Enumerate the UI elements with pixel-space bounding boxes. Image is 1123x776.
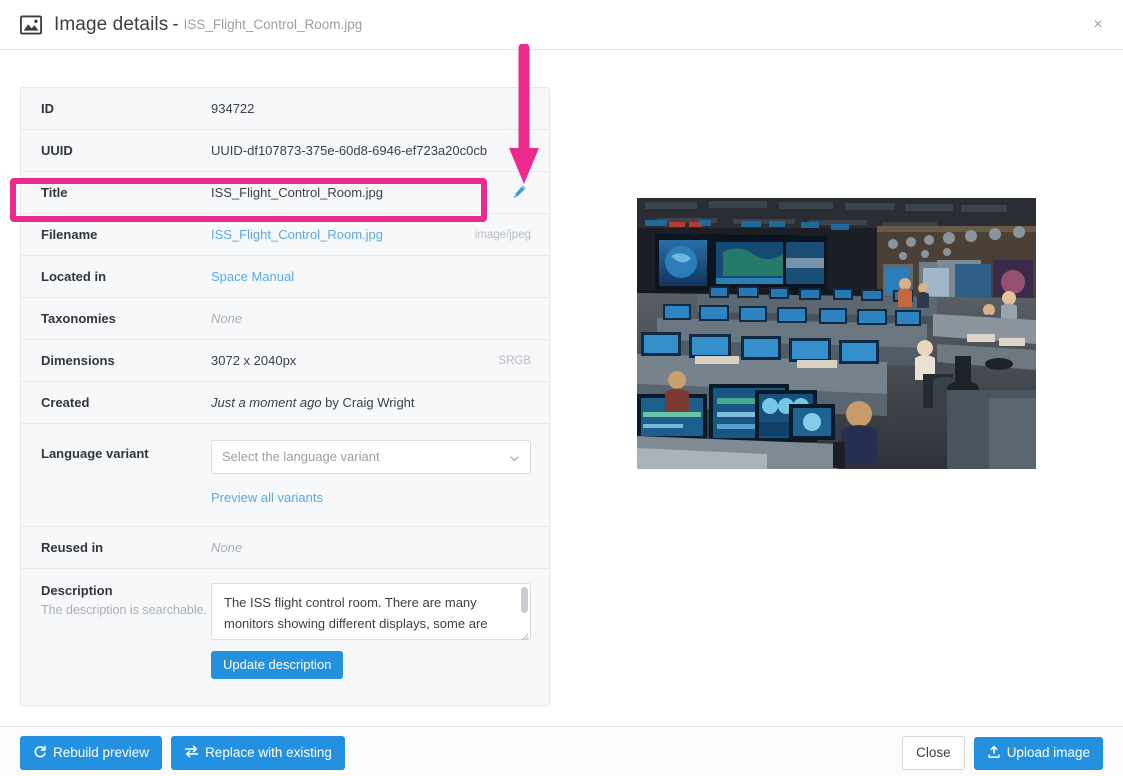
created-relative-time: Just a moment ago bbox=[211, 395, 322, 410]
image-details-panel: ID 934722 UUID UUID-df107873-375e-60d8-6… bbox=[20, 87, 550, 706]
located-in-link[interactable]: Space Manual bbox=[211, 269, 294, 284]
dimensions-value: 3072 x 2040px bbox=[211, 340, 498, 382]
replace-with-existing-button[interactable]: Replace with existing bbox=[171, 736, 345, 770]
table-row-language-variant: Language variant Select the language var… bbox=[21, 424, 549, 527]
swap-icon bbox=[184, 744, 199, 762]
table-row-dimensions: Dimensions 3072 x 2040px SRGB bbox=[21, 340, 549, 382]
table-row-uuid: UUID UUID-df107873-375e-60d8-6946-ef723a… bbox=[21, 130, 549, 172]
created-author: by Craig Wright bbox=[322, 395, 415, 410]
row-label: Filename bbox=[41, 214, 211, 256]
resize-grip-icon[interactable] bbox=[520, 629, 529, 638]
replace-with-existing-label: Replace with existing bbox=[205, 746, 332, 760]
row-label: Title bbox=[41, 172, 211, 214]
footer-right-actions: Close Upload image bbox=[902, 736, 1103, 770]
dialog-header: Image details - ISS_Flight_Control_Room.… bbox=[0, 0, 1123, 50]
pencil-icon bbox=[512, 184, 527, 202]
chevron-down-icon bbox=[509, 452, 520, 463]
close-button[interactable]: Close bbox=[902, 736, 965, 770]
table-row-located-in: Located in Space Manual bbox=[21, 256, 549, 298]
upload-image-label: Upload image bbox=[1007, 746, 1090, 760]
preview-illustration bbox=[637, 198, 1036, 469]
table-row-filename: Filename ISS_Flight_Control_Room.jpg ima… bbox=[21, 214, 549, 256]
row-label: Language variant bbox=[41, 424, 211, 475]
row-label: Created bbox=[41, 382, 211, 424]
preview-all-variants-link[interactable]: Preview all variants bbox=[211, 490, 323, 506]
table-row-reused-in: Reused in None bbox=[21, 527, 549, 569]
table-row-title: Title ISS_Flight_Control_Room.jpg bbox=[21, 172, 549, 214]
table-row-description: Description The description is searchabl… bbox=[21, 569, 549, 705]
mime-type-label: image/jpeg bbox=[475, 229, 549, 241]
edit-title-button[interactable] bbox=[489, 172, 549, 213]
rebuild-preview-button[interactable]: Rebuild preview bbox=[20, 736, 162, 770]
row-label: Description bbox=[41, 583, 113, 598]
description-hint: The description is searchable. bbox=[41, 601, 211, 619]
rebuild-preview-label: Rebuild preview bbox=[53, 746, 149, 760]
page-title: Image details bbox=[54, 14, 168, 36]
uuid-value: UUID-df107873-375e-60d8-6946-ef723a20c0c… bbox=[211, 130, 549, 172]
upload-image-button[interactable]: Upload image bbox=[974, 737, 1103, 770]
reused-in-value: None bbox=[211, 527, 549, 569]
color-profile-label: SRGB bbox=[498, 355, 549, 367]
row-label: Taxonomies bbox=[41, 298, 211, 340]
textarea-scrollbar[interactable] bbox=[521, 587, 528, 613]
upload-icon bbox=[987, 745, 1001, 762]
dialog-footer: Rebuild preview Replace with existing Cl… bbox=[0, 726, 1123, 776]
table-row-created: Created Just a moment ago by Craig Wrigh… bbox=[21, 382, 549, 424]
description-field-wrap: The ISS flight control room. There are m… bbox=[211, 583, 531, 640]
row-label: Dimensions bbox=[41, 340, 211, 382]
row-label: UUID bbox=[41, 130, 211, 172]
image-icon bbox=[20, 14, 42, 36]
table-row-id: ID 934722 bbox=[21, 88, 549, 130]
close-icon[interactable]: × bbox=[1087, 14, 1109, 36]
taxonomies-value: None bbox=[211, 298, 549, 340]
refresh-icon bbox=[33, 745, 47, 762]
footer-left-actions: Rebuild preview Replace with existing bbox=[20, 736, 345, 770]
table-row-taxonomies: Taxonomies None bbox=[21, 298, 549, 340]
title-separator: - bbox=[172, 14, 178, 36]
image-preview[interactable]: ISS flight control room photograph bbox=[637, 198, 1036, 469]
description-input[interactable]: The ISS flight control room. There are m… bbox=[211, 583, 531, 640]
language-variant-placeholder: Select the language variant bbox=[222, 449, 509, 465]
id-value: 934722 bbox=[211, 88, 549, 130]
row-label: Reused in bbox=[41, 527, 211, 569]
row-label: ID bbox=[41, 88, 211, 130]
update-description-button[interactable]: Update description bbox=[211, 651, 343, 679]
row-label: Located in bbox=[41, 256, 211, 298]
header-filename: ISS_Flight_Control_Room.jpg bbox=[184, 17, 363, 32]
language-variant-select[interactable]: Select the language variant bbox=[211, 440, 531, 474]
filename-link[interactable]: ISS_Flight_Control_Room.jpg bbox=[211, 227, 383, 242]
